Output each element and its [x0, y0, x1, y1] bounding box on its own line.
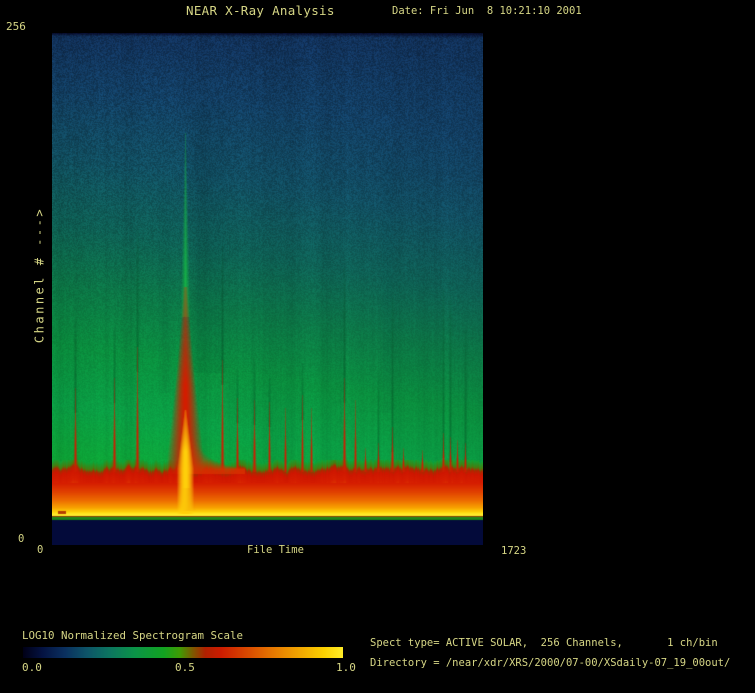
x-axis-max-label: 1723: [501, 546, 526, 558]
colorbar-title: LOG10 Normalized Spectrogram Scale: [22, 630, 243, 642]
x-axis-min-label: 0: [37, 545, 43, 557]
colorbar-tick-mid: 0.5: [175, 662, 195, 674]
page-title: NEAR X-Ray Analysis: [186, 4, 335, 18]
colorbar-tick-high: 1.0: [336, 662, 356, 674]
date-label: Date: Fri Jun 8 10:21:10 2001: [392, 6, 582, 18]
colorbar: [23, 647, 343, 658]
x-axis-title: File Time: [247, 545, 304, 557]
spect-type-line: Spect type= ACTIVE SOLAR, 256 Channels, …: [370, 638, 718, 650]
y-axis-min-label: 0: [18, 534, 24, 546]
spectrogram-plot: [52, 33, 483, 545]
y-axis-max-label: 256: [6, 21, 26, 33]
directory-line: Directory = /near/xdr/XRS/2000/07-00/XSd…: [370, 658, 730, 670]
y-axis-title: Channel # --->: [33, 207, 46, 343]
colorbar-tick-low: 0.0: [22, 662, 42, 674]
app-window: NEAR X-Ray Analysis Date: Fri Jun 8 10:2…: [0, 0, 755, 693]
